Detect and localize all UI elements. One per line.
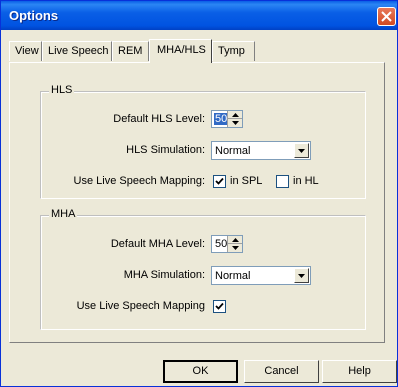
mha-simulation-label: MHA Simulation: [123,269,205,281]
mha-simulation-select[interactable]: Normal [211,266,311,285]
cancel-button[interactable]: Cancel [244,360,319,383]
hls-simulation-label: HLS Simulation: [126,144,205,156]
title-bar[interactable]: Options [1,1,397,30]
mha-simulation-value: Normal [215,270,251,282]
tab-rem-label: REM [118,45,143,57]
window-title: Options [9,8,59,23]
spin-down-button[interactable] [228,244,242,252]
mha-mapping-label: Use Live Speech Mapping [76,300,205,312]
ok-button[interactable]: OK [163,360,238,383]
hls-group: HLS Default HLS Level: 50 HLS Simulation… [40,84,366,199]
spin-down-button[interactable] [228,119,242,127]
default-mha-level-label: Default MHA Level: [110,238,205,250]
hls-simulation-value: Normal [215,145,251,157]
in-hl-label[interactable]: in HL [293,175,319,187]
tab-live-speech[interactable]: Live Speech [42,41,112,61]
close-button[interactable] [377,7,396,26]
spinner-buttons [227,111,242,127]
arrow-down-icon [231,121,239,125]
mha-group: MHA Default MHA Level: 50 MHA Simulation… [40,208,366,330]
default-hls-level-spinner[interactable]: 50 [211,110,243,128]
default-mha-level-spinner[interactable]: 50 [211,235,243,253]
chevron-down-icon [298,273,305,278]
mha-group-label: MHA [49,208,78,220]
chevron-down-icon [298,148,305,153]
options-dialog: Options View Live Speech REM MHA/HLS Tym… [0,0,398,387]
mha-mapping-checkbox[interactable] [213,300,226,313]
tab-tymp[interactable]: Tymp [212,41,255,61]
hls-mapping-label: Use Live Speech Mapping: [73,175,205,187]
tab-rem[interactable]: REM [112,41,149,61]
in-spl-checkbox[interactable] [213,175,226,188]
hls-simulation-select[interactable]: Normal [211,141,311,160]
spinner-buttons [227,236,242,252]
arrow-down-icon [231,246,239,250]
tab-tymp-label: Tymp [218,45,245,57]
default-hls-level-label: Default HLS Level: [113,113,205,125]
tab-mha-hls[interactable]: MHA/HLS [149,39,212,63]
dropdown-button[interactable] [294,143,309,158]
tab-panel: HLS Default HLS Level: 50 HLS Simulation… [9,62,385,343]
tab-view-label: View [15,45,39,57]
help-button[interactable]: Help [322,360,397,383]
spin-up-button[interactable] [228,111,242,119]
checkmark-icon [215,302,224,310]
tab-mha-hls-label: MHA/HLS [157,44,206,56]
tab-view[interactable]: View [9,41,42,61]
arrow-up-icon [231,112,239,117]
spin-up-button[interactable] [228,236,242,244]
checkmark-icon [215,177,224,185]
in-hl-checkbox[interactable] [276,175,289,188]
in-spl-label[interactable]: in SPL [230,175,262,187]
dropdown-button[interactable] [294,268,309,283]
arrow-up-icon [231,237,239,242]
hls-group-label: HLS [49,84,75,96]
tab-live-speech-label: Live Speech [48,45,109,57]
